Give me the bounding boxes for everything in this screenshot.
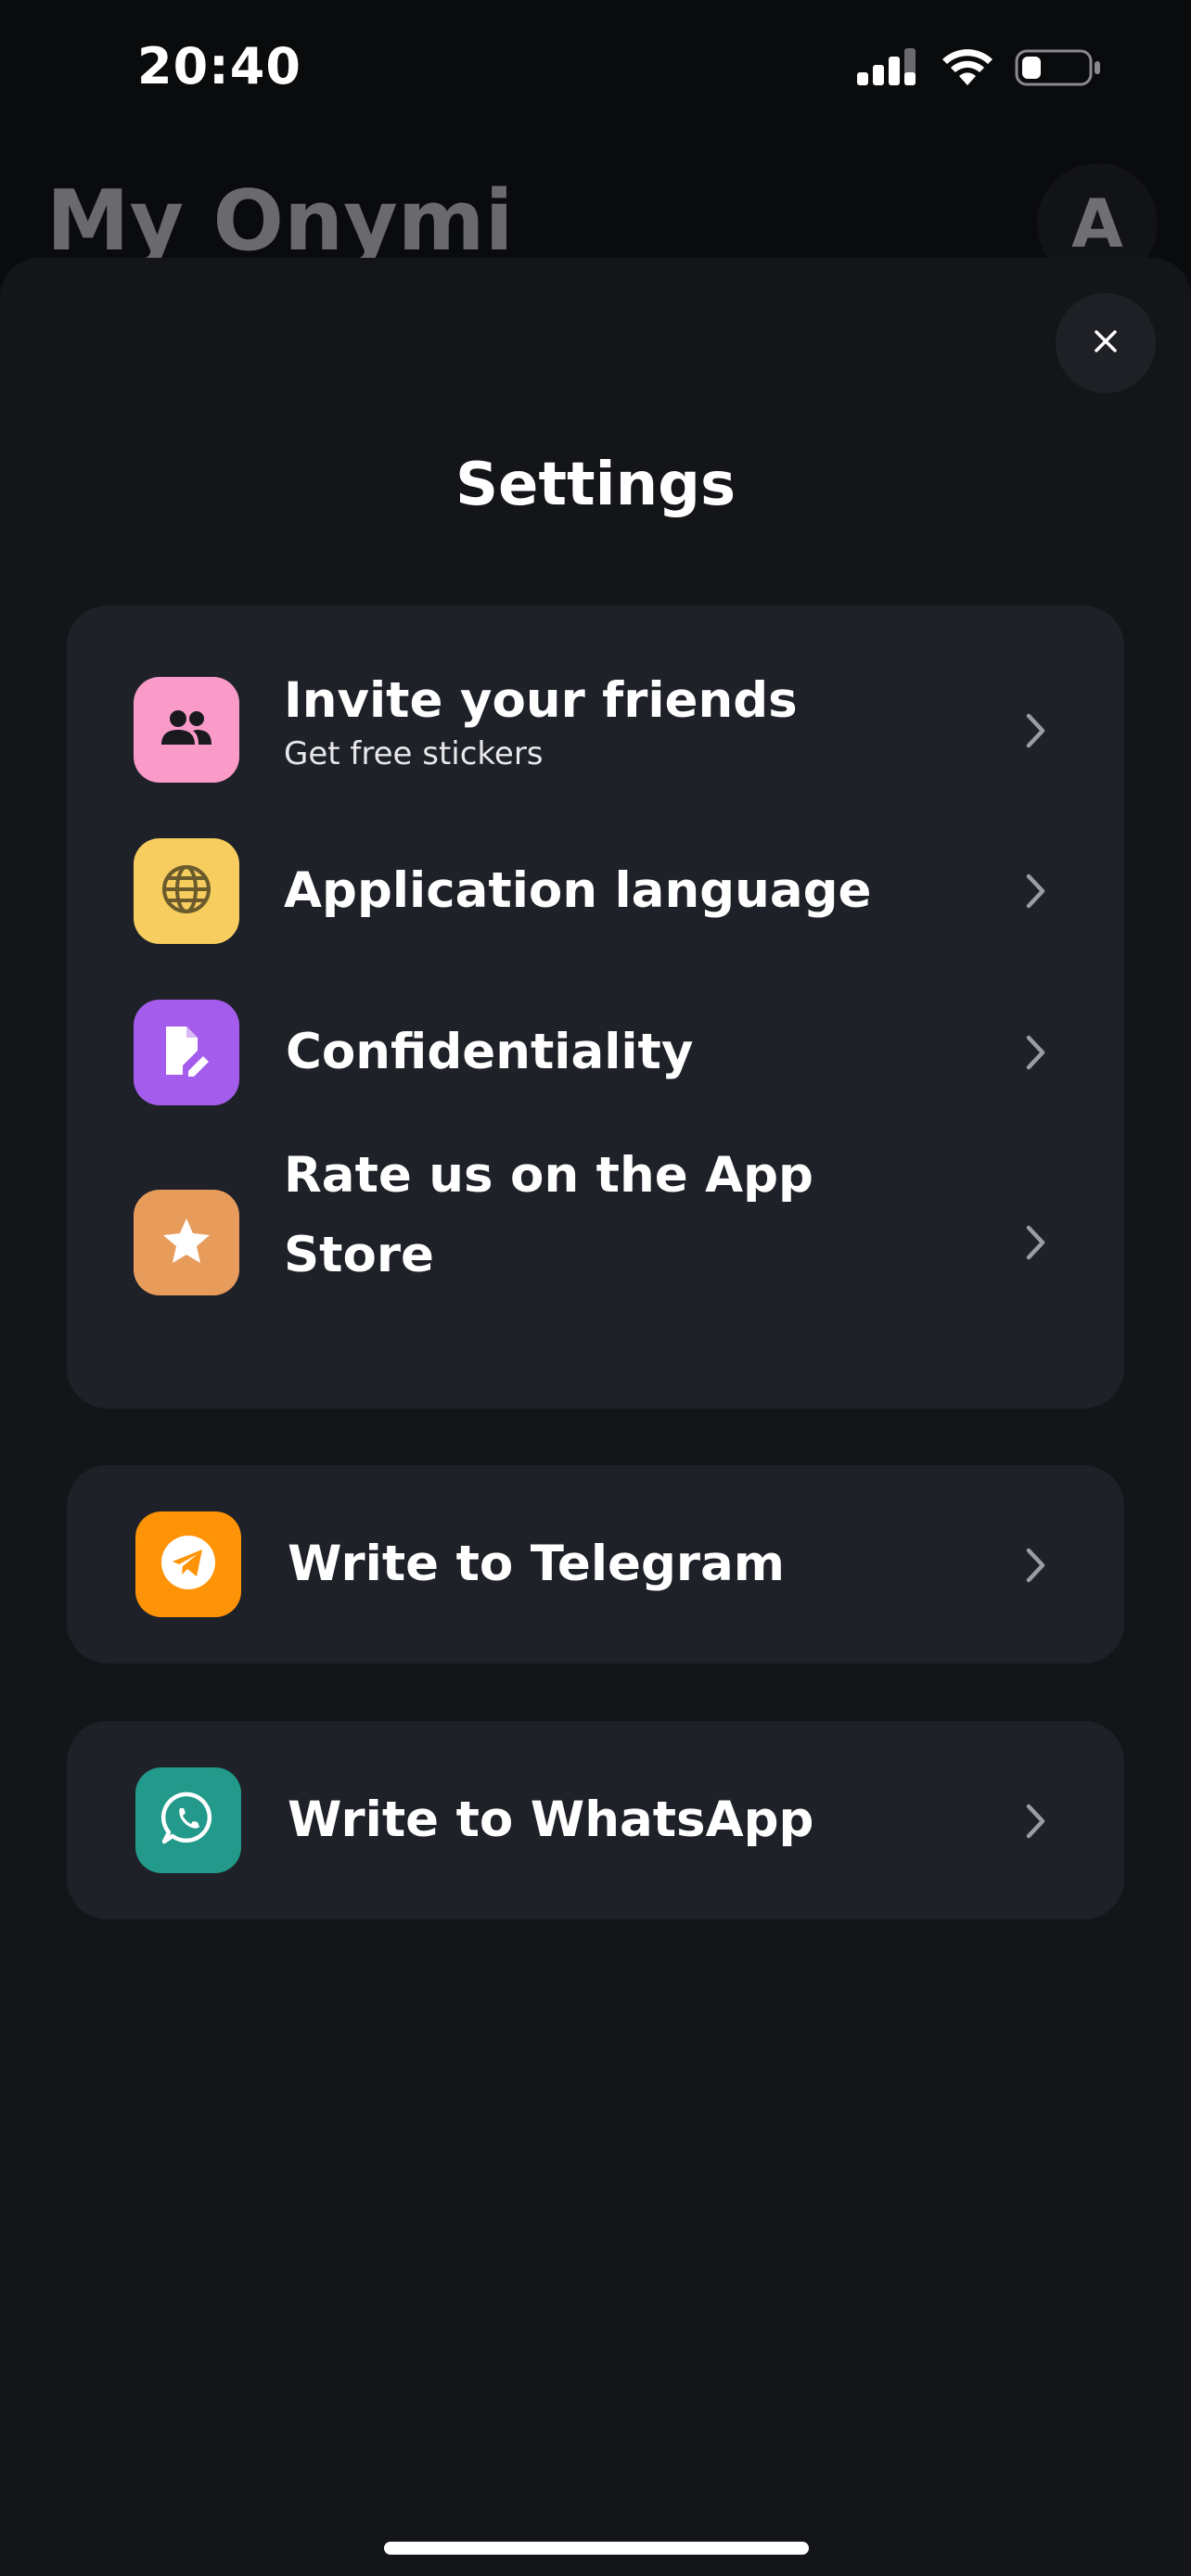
invite-icon-tile [134, 677, 239, 783]
confidentiality-row[interactable]: Confidentiality [67, 997, 1124, 1108]
rate-app-store-row[interactable]: Rate us on the App Store [67, 1136, 1124, 1349]
people-icon [158, 708, 215, 752]
star-icon [161, 1217, 211, 1269]
invite-friends-sublabel: Get free stickers [284, 735, 544, 772]
close-button[interactable] [1056, 293, 1156, 393]
status-bar: 20:40 [0, 0, 1191, 139]
document-edit-icon [160, 1023, 212, 1082]
close-icon [1094, 329, 1118, 357]
whatsapp-card[interactable]: Write to WhatsApp [67, 1721, 1124, 1919]
settings-sheet: Settings Invite your friends Get free st… [0, 258, 1191, 2576]
rate-app-store-label-line1: Rate us on the App [284, 1147, 813, 1204]
whatsapp-icon [160, 1790, 217, 1851]
chevron-right-icon [1022, 1545, 1050, 1586]
language-icon-tile [134, 838, 239, 944]
application-language-row[interactable]: Application language [67, 835, 1124, 947]
rate-app-store-label-line2: Store [284, 1227, 435, 1283]
chevron-right-icon [1022, 1801, 1050, 1842]
telegram-icon [160, 1534, 217, 1595]
home-indicator [384, 2542, 809, 2555]
wifi-icon [941, 48, 994, 91]
application-language-label: Application language [284, 862, 872, 919]
telegram-icon-tile [135, 1511, 241, 1617]
status-icons [857, 48, 1102, 91]
chevron-right-icon [1022, 1222, 1050, 1263]
settings-card-main: Invite your friends Get free stickers Ap… [67, 606, 1124, 1409]
battery-icon [1015, 48, 1102, 91]
chevron-right-icon [1022, 1032, 1050, 1073]
cellular-signal-icon [857, 48, 920, 91]
chevron-right-icon [1022, 710, 1050, 751]
confidentiality-icon-tile [134, 1000, 239, 1105]
write-whatsapp-label: Write to WhatsApp [288, 1792, 814, 1848]
write-telegram-label: Write to Telegram [288, 1536, 786, 1592]
confidentiality-label: Confidentiality [286, 1024, 694, 1080]
status-time: 20:40 [137, 37, 301, 96]
background-header: My Onymi A [0, 139, 1191, 284]
invite-friends-label: Invite your friends [284, 672, 798, 729]
write-telegram-row[interactable]: Write to Telegram [67, 1465, 1124, 1664]
whatsapp-icon-tile [135, 1767, 241, 1873]
background-title: My Onymi [46, 172, 514, 270]
rate-icon-tile [134, 1190, 239, 1295]
sheet-title: Settings [455, 451, 736, 519]
write-whatsapp-row[interactable]: Write to WhatsApp [67, 1721, 1124, 1919]
telegram-card[interactable]: Write to Telegram [67, 1465, 1124, 1664]
globe-icon [160, 863, 212, 919]
invite-friends-row[interactable]: Invite your friends Get free stickers [67, 661, 1124, 800]
chevron-right-icon [1022, 871, 1050, 912]
